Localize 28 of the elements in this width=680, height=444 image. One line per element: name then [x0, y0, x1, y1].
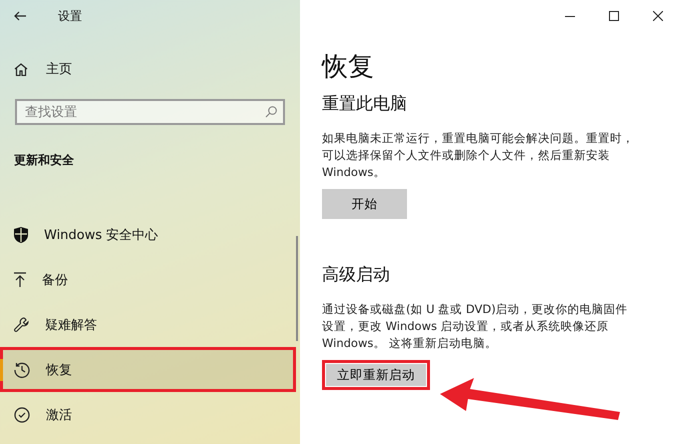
nav-item[interactable]: 备份: [0, 257, 300, 302]
nav-item[interactable]: 激活: [0, 392, 300, 437]
home-nav-item[interactable]: 主页: [0, 32, 300, 85]
page-title: 恢复: [322, 51, 375, 84]
check-circle-icon: [14, 406, 30, 422]
action-button[interactable]: 开始: [322, 189, 407, 219]
history-icon: [14, 362, 30, 378]
description-text: 如果电脑未正常运行，重置电脑可能会解决问题。重置时，可以选择保留个人文件或删除个人文件，然后重新安装 Windows。: [322, 130, 634, 181]
nav-item[interactable]: Windows 安全中心: [0, 212, 300, 257]
selection-indicator: [0, 359, 3, 381]
search-icon: [265, 106, 277, 118]
home-icon: [14, 62, 28, 76]
upload-arrow-icon: [14, 272, 26, 287]
maximize-icon[interactable]: [609, 11, 619, 21]
scrollbar[interactable]: [296, 236, 298, 341]
section-heading: 重置此电脑: [322, 93, 408, 116]
action-button[interactable]: 立即重新启动: [322, 360, 430, 390]
wrench-icon: [14, 317, 29, 332]
description-text: 通过设备或磁盘(如 U 盘或 DVD)启动，更改你的电脑固件设置，更改 Windows 启动设置，或者从系统映像还原 Windows。 这将重新启动电脑。: [322, 301, 629, 352]
section-heading: 更新和安全: [13, 152, 75, 169]
section-heading: 高级启动: [322, 264, 391, 287]
back-arrow-icon[interactable]: [14, 11, 26, 21]
window-title: 设置: [58, 8, 82, 24]
nav-item[interactable]: 恢复: [0, 347, 296, 392]
nav-item[interactable]: 疑难解答: [0, 302, 300, 347]
search-field[interactable]: 查找设置: [15, 99, 285, 125]
shield-icon: [14, 226, 28, 242]
close-icon[interactable]: [653, 11, 663, 21]
